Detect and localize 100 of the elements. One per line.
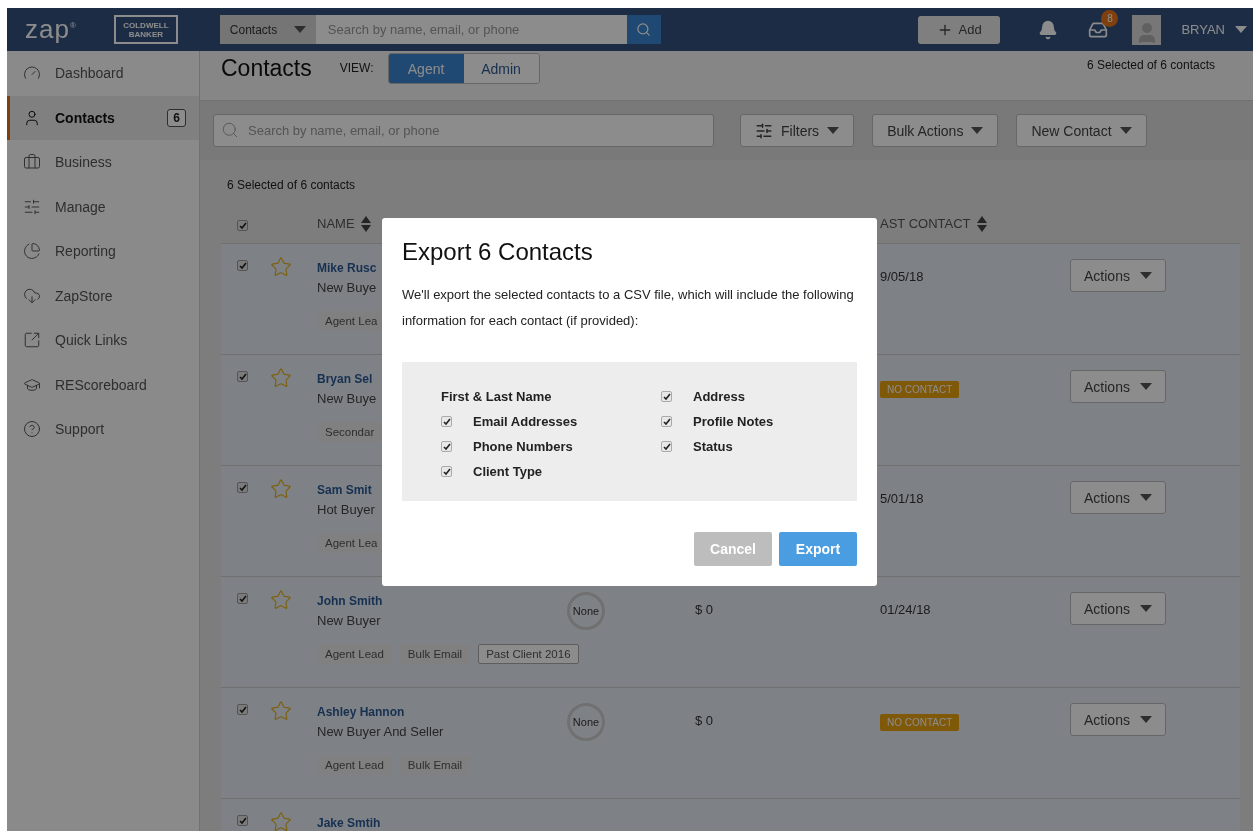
contact-type: New Buye (317, 390, 377, 408)
star-icon[interactable] (270, 589, 292, 611)
row-checkbox[interactable] (237, 593, 248, 604)
add-button[interactable]: Add (917, 15, 1001, 44)
contact-name[interactable]: John Smith (317, 592, 383, 610)
actions-button[interactable]: Actions (1070, 370, 1166, 403)
field-checkbox[interactable] (441, 441, 452, 452)
selection-count: 6 Selected of 6 contacts (227, 178, 357, 192)
toolbar-button[interactable]: New Contact (1016, 114, 1147, 147)
brand-logo: COLDWELL BANKER (113, 15, 178, 44)
sidebar-item[interactable]: Quick Links (7, 318, 199, 363)
sidebar-item[interactable]: Contacts 6 (7, 95, 199, 140)
caret-icon (971, 127, 984, 134)
score-circle: None (567, 703, 605, 741)
page-title: Contacts (221, 54, 312, 83)
dialog-title: Export 6 Contacts (402, 238, 594, 266)
field-label: Email Addresses (473, 414, 578, 429)
contact-value: $ 0 (695, 713, 715, 728)
view-toggle[interactable]: Agent (388, 54, 464, 83)
field-checkbox[interactable] (441, 416, 452, 427)
caret-icon (1119, 127, 1132, 134)
star-icon[interactable] (270, 811, 292, 831)
column-header[interactable]: NAME (317, 215, 567, 232)
field-checkbox[interactable] (441, 466, 452, 477)
actions-button[interactable]: Actions (1070, 259, 1166, 292)
field-label: Phone Numbers (473, 439, 573, 454)
sidebar-item[interactable]: Business (7, 140, 199, 185)
caret-icon (293, 26, 306, 33)
star-icon[interactable] (270, 700, 292, 722)
contact-name[interactable]: Sam Smit (317, 481, 372, 499)
field-label: Client Type (473, 464, 543, 479)
sliders-icon (23, 197, 41, 216)
field-checkbox[interactable] (661, 416, 672, 427)
last-contact-date: 9/05/18 (880, 269, 925, 284)
help-icon (23, 420, 41, 439)
filter-icon (755, 121, 773, 140)
actions-button[interactable]: Actions (1070, 703, 1166, 736)
row-checkbox[interactable] (237, 260, 248, 271)
sort-icon (976, 215, 987, 232)
field-checkbox[interactable] (661, 391, 672, 402)
status-badge: NO CONTACT (880, 381, 960, 398)
sidebar-item[interactable]: Reporting (7, 229, 199, 274)
contact-type: Hot Buyer (317, 501, 375, 519)
contact-name[interactable]: Jake Smtih (317, 814, 381, 831)
inbox-count: 8 (1101, 9, 1119, 27)
contact-name[interactable]: Bryan Sel (317, 370, 373, 388)
contact-type: New Buyer (317, 612, 381, 630)
contact-tag: Agent Lead (317, 644, 392, 664)
pie-chart-icon (23, 242, 41, 261)
row-checkbox[interactable] (237, 704, 248, 715)
sidebar-item[interactable]: ZapStore (7, 273, 199, 318)
actions-button[interactable]: Actions (1070, 481, 1166, 514)
search-scope-dropdown[interactable]: Contacts (219, 15, 316, 44)
person-icon (23, 108, 41, 127)
view-toggle[interactable]: Admin (463, 54, 539, 83)
sidebar-item[interactable]: Dashboard (7, 51, 199, 96)
contact-tag: Bulk Email (399, 644, 471, 664)
actions-button[interactable]: Actions (1070, 592, 1166, 625)
briefcase-icon (23, 153, 41, 172)
contact-type: New Buyer And Seller (317, 723, 444, 741)
contact-tag: Secondar (317, 422, 383, 442)
caret-icon (1139, 494, 1152, 501)
star-icon[interactable] (270, 478, 292, 500)
user-menu[interactable]: BRYAN (1175, 21, 1253, 38)
search-button[interactable] (626, 15, 661, 44)
column-header[interactable]: AST CONTACT (880, 215, 1070, 232)
status-badge: NO CONTACT (880, 714, 960, 731)
caret-icon (1139, 716, 1152, 723)
caret-icon (1139, 383, 1152, 390)
row-checkbox[interactable] (237, 815, 248, 826)
field-label: Profile Notes (693, 414, 774, 429)
select-all-checkbox[interactable] (237, 220, 248, 231)
field-label: Status (693, 439, 733, 454)
dialog-text: We'll export the selected contacts to a CSV file, which will include the following information for each contact (if provided): (402, 286, 855, 330)
toolbar-button[interactable]: Filters (740, 114, 855, 147)
contact-name[interactable]: Ashley Hannon (317, 703, 405, 721)
score-circle: None (567, 592, 605, 630)
contact-name[interactable]: Mike Rusc (317, 259, 377, 277)
sort-icon (360, 215, 371, 232)
notifications-button[interactable] (1038, 19, 1059, 40)
row-checkbox[interactable] (237, 482, 248, 493)
contact-tag: Bulk Email (399, 755, 471, 775)
star-icon[interactable] (270, 256, 292, 278)
star-icon[interactable] (270, 367, 292, 389)
caret-icon (827, 127, 840, 134)
toolbar-button[interactable]: Bulk Actions (872, 114, 999, 147)
cloud-download-icon (23, 286, 41, 305)
sidebar-item[interactable]: REScoreboard (7, 362, 199, 407)
avatar (1132, 14, 1162, 45)
caret-icon (1139, 605, 1152, 612)
zap-logo: zap$^{®}$ (24, 14, 78, 45)
contact-search-field[interactable]: Search by name, email, or phone (213, 114, 714, 147)
row-checkbox[interactable] (237, 371, 248, 382)
contact-value: $ 0 (695, 602, 715, 617)
export-button[interactable]: Export (779, 532, 857, 566)
last-contact-date: 5/01/18 (880, 491, 925, 506)
field-checkbox[interactable] (661, 441, 672, 452)
view-label: VIEW: (339, 60, 374, 77)
sidebar-item[interactable]: Manage (7, 184, 199, 229)
sidebar-item[interactable]: Support (7, 407, 199, 452)
